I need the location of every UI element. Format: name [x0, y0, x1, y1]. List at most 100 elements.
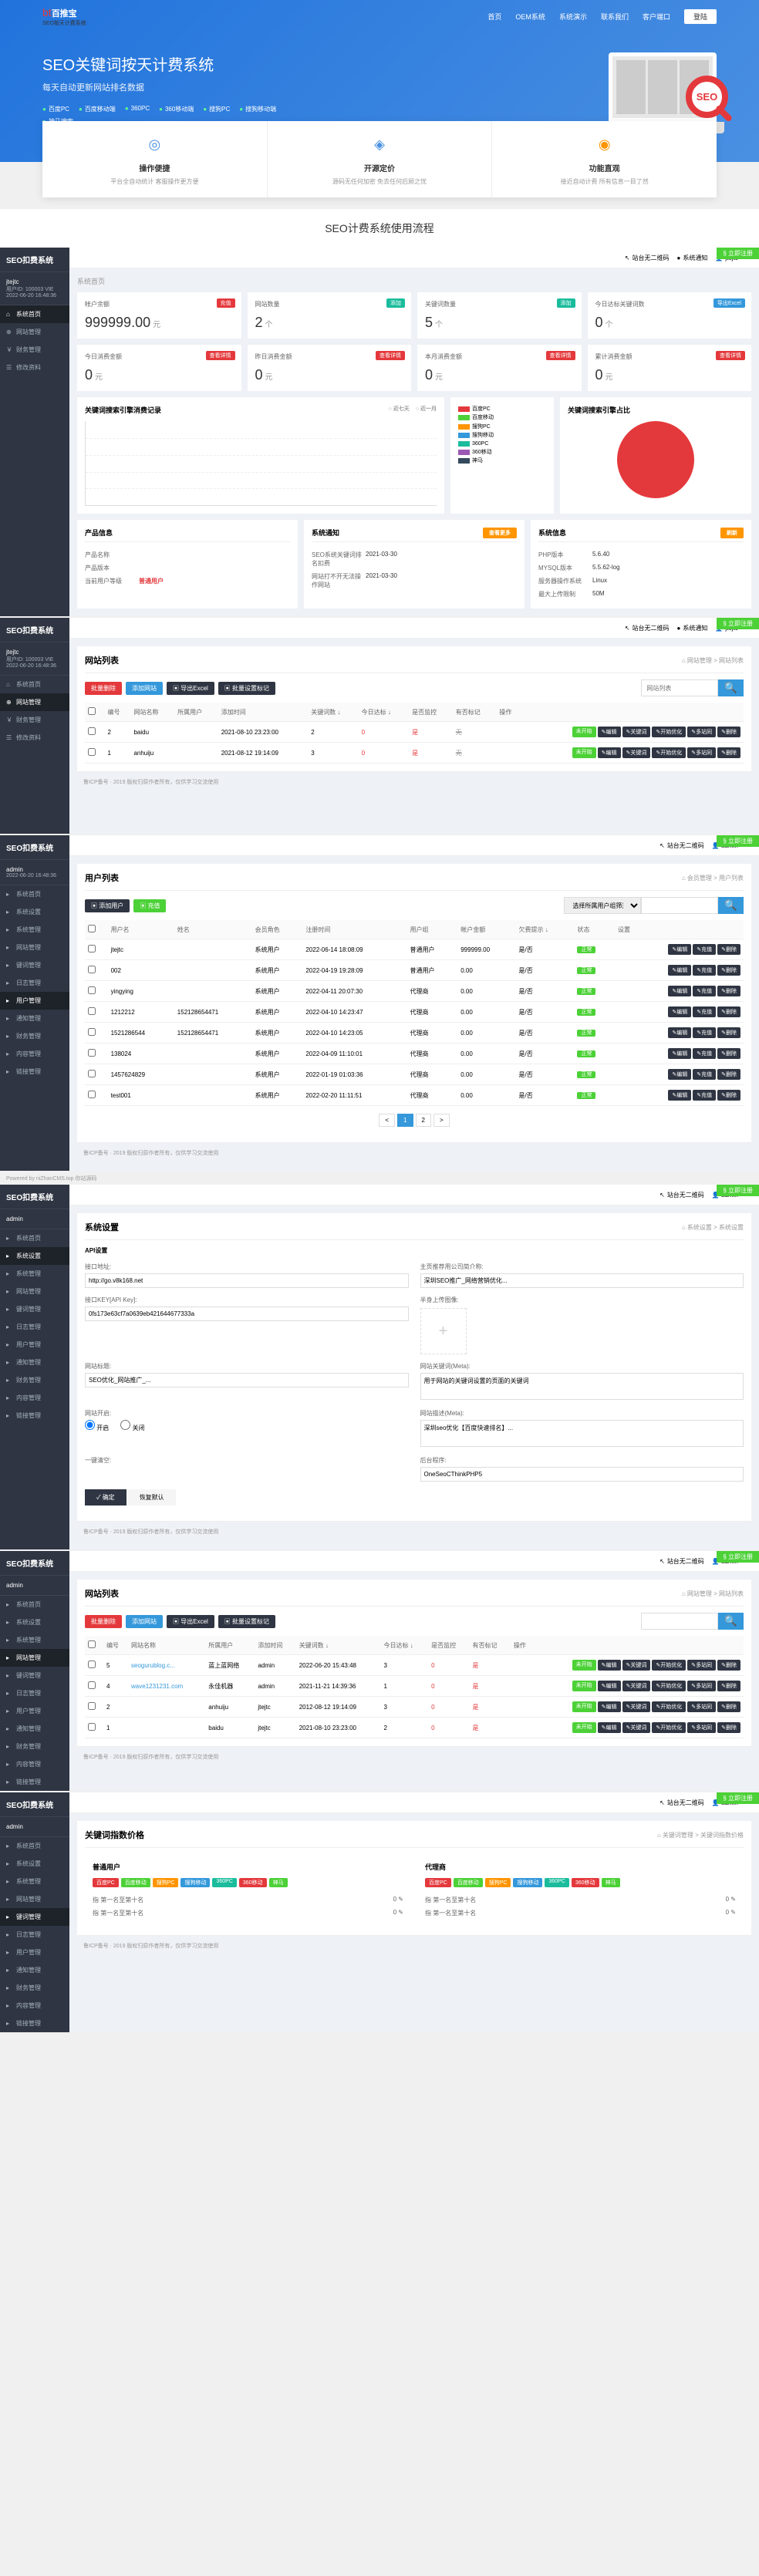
engine-tag[interactable]: 搜狗PC [153, 1878, 179, 1887]
menu-item[interactable]: ▸用户管理 [0, 1944, 69, 1961]
radio-open[interactable]: 开启 [85, 1420, 109, 1432]
row-action[interactable]: ✎开始优化 [652, 1701, 686, 1712]
api-key-input[interactable] [85, 1307, 409, 1321]
page-button[interactable]: > [433, 1114, 450, 1127]
search-input[interactable] [641, 1613, 718, 1630]
page-button[interactable]: < [379, 1114, 395, 1127]
menu-item[interactable]: ▸系统首页 [0, 885, 69, 903]
menu-item[interactable]: ▸系统首页 [0, 1837, 69, 1855]
row-action[interactable]: ✎删除 [717, 986, 740, 996]
row-action[interactable]: ✎开始优化 [652, 1722, 686, 1733]
menu-item[interactable]: ▸日志管理 [0, 1318, 69, 1336]
menu-item[interactable]: ▸网站管理 [0, 1649, 69, 1667]
search-input[interactable] [641, 679, 718, 696]
stat-badge[interactable]: 查看详情 [376, 351, 405, 360]
engine-tag[interactable]: 360移动 [239, 1878, 267, 1887]
tab-30days[interactable]: ○ 近一月 [416, 405, 437, 415]
row-action[interactable]: ✎多站同 [687, 1660, 716, 1671]
row-action[interactable]: ✎关键词 [622, 1681, 651, 1691]
row-action[interactable]: ✎充值 [693, 986, 716, 996]
menu-item[interactable]: ▸通知管理 [0, 1010, 69, 1027]
menu-item[interactable]: ▸链接管理 [0, 1063, 69, 1081]
row-action[interactable]: ✎删除 [717, 1722, 740, 1733]
row-action[interactable]: ✎编辑 [668, 1006, 691, 1017]
row-action[interactable]: ✎编辑 [668, 1048, 691, 1059]
menu-item[interactable]: ▸日志管理 [0, 1926, 69, 1944]
row-action[interactable]: ✎编辑 [668, 1090, 691, 1101]
row-action[interactable]: ✎编辑 [598, 1701, 621, 1712]
row-action[interactable]: ✎删除 [717, 1090, 740, 1101]
menu-item[interactable]: ▸系统管理 [0, 921, 69, 939]
topbar-qr[interactable]: ↖ 站台无二维码 [625, 254, 670, 262]
row-action[interactable]: ✎多站同 [687, 727, 716, 737]
row-action[interactable]: ✎关键词 [622, 1701, 651, 1712]
menu-item[interactable]: ▸用户管理 [0, 1702, 69, 1720]
menu-item[interactable]: ▸财务管理 [0, 1371, 69, 1389]
menu-item[interactable]: ▸网站管理 [0, 1283, 69, 1300]
row-action[interactable]: ✎删除 [717, 1006, 740, 1017]
row-action[interactable]: ✎充值 [693, 965, 716, 976]
row-action[interactable]: ✎开始优化 [652, 727, 686, 737]
engine-tag[interactable]: 百度PC [425, 1878, 451, 1887]
menu-item[interactable]: ▸日志管理 [0, 974, 69, 992]
menu-item[interactable]: ▸内容管理 [0, 1045, 69, 1063]
api-url-input[interactable] [85, 1273, 409, 1288]
menu-item[interactable]: ▸链接管理 [0, 1773, 69, 1791]
row-action[interactable]: ✎删除 [717, 1069, 740, 1080]
row-action[interactable]: ✎编辑 [598, 747, 621, 758]
register-badge[interactable]: § 立即注册 [717, 1185, 759, 1196]
keywords-input[interactable]: 用于网站的关键词设置的页面的关键词 [420, 1373, 744, 1400]
menu-item[interactable]: ▸通知管理 [0, 1354, 69, 1371]
menu-item[interactable]: ▸通知管理 [0, 1720, 69, 1738]
row-action[interactable]: ✎编辑 [668, 1027, 691, 1038]
login-button[interactable]: 登陆 [684, 9, 717, 24]
stat-badge[interactable]: 导出Excel [713, 298, 745, 308]
export-button[interactable]: ▣ 导出Excel [167, 1615, 214, 1628]
register-badge[interactable]: § 立即注册 [717, 1551, 759, 1563]
menu-item[interactable]: ▸财务管理 [0, 1979, 69, 1997]
menu-finance[interactable]: ￥财务管理 [0, 341, 69, 359]
row-action[interactable]: ✎删除 [717, 747, 740, 758]
batch-delete-button[interactable]: 批量删除 [85, 682, 122, 695]
row-action[interactable]: ✎删除 [717, 1660, 740, 1671]
menu-profile[interactable]: ☰修改资料 [0, 359, 69, 376]
engine-tag[interactable]: 360移动 [572, 1878, 599, 1887]
save-button[interactable]: ✓ 确定 [85, 1489, 126, 1505]
row-action[interactable]: ✎编辑 [598, 1681, 621, 1691]
add-site-button[interactable]: 添加网站 [126, 682, 163, 695]
row-action[interactable]: ✎删除 [717, 965, 740, 976]
stat-badge[interactable]: 查看详情 [716, 351, 745, 360]
stat-badge[interactable]: 添加 [557, 298, 575, 308]
tab-7days[interactable]: ○ 近七天 [389, 405, 410, 415]
menu-item[interactable]: ▸键词管理 [0, 1300, 69, 1318]
row-action[interactable]: ✎编辑 [668, 944, 691, 955]
row-action[interactable]: ✎删除 [717, 1681, 740, 1691]
menu-item[interactable]: ▸系统管理 [0, 1265, 69, 1283]
nav-demo[interactable]: 系统演示 [559, 12, 587, 22]
engine-tag[interactable]: 神马 [269, 1878, 288, 1887]
batch-delete-button[interactable]: 批量删除 [85, 1615, 122, 1628]
recharge-button[interactable]: ▣ 充值 [133, 899, 166, 912]
menu-site[interactable]: ⊕网站管理 [0, 693, 69, 711]
engine-tag[interactable]: 神马 [602, 1878, 620, 1887]
page-button[interactable]: 2 [416, 1114, 431, 1127]
register-badge[interactable]: § 立即注册 [717, 1792, 759, 1804]
stat-badge[interactable]: 充值 [217, 298, 235, 308]
add-user-button[interactable]: ▣ 添加用户 [85, 899, 130, 912]
topbar-qr[interactable]: ↖ 站台无二维码 [625, 624, 670, 632]
nav-contact[interactable]: 联系我们 [601, 12, 629, 22]
register-badge[interactable]: § 立即注册 [717, 618, 759, 629]
menu-item[interactable]: ▸内容管理 [0, 1389, 69, 1407]
page-button[interactable]: 1 [397, 1114, 413, 1127]
menu-item[interactable]: ▸内容管理 [0, 1997, 69, 2015]
row-action[interactable]: ✎多站同 [687, 747, 716, 758]
row-action[interactable]: ✎多站同 [687, 1681, 716, 1691]
menu-finance[interactable]: ￥财务管理 [0, 711, 69, 729]
nav-home[interactable]: 首页 [487, 12, 501, 22]
company-input[interactable] [420, 1273, 744, 1288]
row-action[interactable]: ✎多站同 [687, 1701, 716, 1712]
engine-tag[interactable]: 360PC [545, 1878, 568, 1887]
row-action[interactable]: ✎多站同 [687, 1722, 716, 1733]
stat-badge[interactable]: 查看详情 [206, 351, 235, 360]
menu-item[interactable]: ▸系统管理 [0, 1873, 69, 1890]
